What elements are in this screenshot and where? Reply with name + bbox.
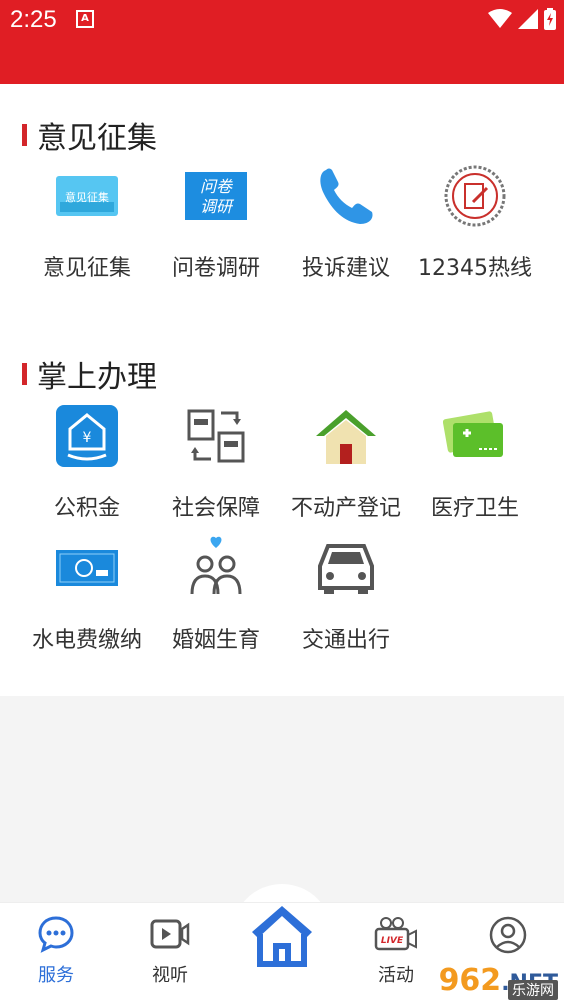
service-label: 意见征集 — [42, 256, 131, 281]
service-label: 不动产登记 — [290, 496, 401, 521]
service-item-housing-fund[interactable]: ¥ 公积金 — [22, 404, 152, 524]
service-label: 公积金 — [53, 496, 120, 521]
housing-fund-icon: ¥ — [55, 404, 119, 468]
tab-activity[interactable]: LIVE 活动 — [356, 915, 436, 987]
section-title-handle: 掌上办理 — [22, 352, 157, 396]
service-item-marriage[interactable]: 婚姻生育 — [151, 536, 281, 656]
service-label: 水电费缴纳 — [31, 628, 142, 653]
live-camera-icon: LIVE — [374, 917, 417, 951]
system-icons — [488, 8, 556, 30]
service-item-medical[interactable]: 医疗卫生 — [410, 404, 540, 524]
service-item-complaint[interactable]: 投诉建议 — [281, 164, 411, 284]
service-label: 交通出行 — [301, 628, 390, 653]
tab-home[interactable] — [246, 900, 318, 972]
service-item-real-estate[interactable]: 不动产登记 — [281, 404, 411, 524]
car-icon — [314, 536, 378, 600]
tab-service[interactable]: 服务 — [16, 915, 96, 987]
video-icon — [150, 919, 190, 949]
home-icon — [252, 906, 312, 967]
site-watermark: 962.NET 乐游网 — [439, 963, 558, 1000]
status-time: 2:25 — [10, 6, 57, 33]
service-item-traffic[interactable]: 交通出行 — [281, 536, 411, 656]
house-icon — [314, 404, 378, 468]
title-accent-bar — [22, 124, 27, 146]
service-item-hotline[interactable]: 12345热线 — [410, 164, 540, 284]
user-icon — [489, 916, 527, 954]
tab-profile[interactable] — [468, 915, 548, 963]
signal-icon — [518, 9, 538, 29]
utility-card-icon — [55, 536, 119, 600]
service-label: 社会保障 — [171, 496, 260, 521]
battery-icon — [544, 8, 556, 30]
family-icon — [184, 536, 248, 600]
edit-note-icon — [443, 164, 507, 228]
phone-icon — [314, 164, 378, 228]
status-bar: 2:25 A — [0, 0, 564, 84]
service-item-utilities[interactable]: 水电费缴纳 — [22, 536, 152, 656]
svg-text:调研: 调研 — [200, 197, 235, 216]
service-label: 投诉建议 — [301, 256, 390, 281]
service-item-survey[interactable]: 问卷 调研 问卷调研 — [151, 164, 281, 284]
service-label: 12345热线 — [418, 256, 532, 281]
title-accent-bar — [22, 363, 27, 385]
wifi-icon — [488, 9, 512, 28]
opinion-banner-icon: 意见征集 — [55, 164, 119, 228]
notification-icon: A — [76, 10, 94, 28]
service-item-opinion[interactable]: 意见征集 意见征集 — [22, 164, 152, 284]
chat-icon — [38, 916, 74, 953]
svg-text:问卷: 问卷 — [200, 177, 234, 196]
medical-card-icon — [443, 404, 507, 468]
service-label: 问卷调研 — [171, 256, 260, 281]
social-security-icon — [184, 404, 248, 468]
svg-text:¥: ¥ — [83, 430, 92, 446]
svg-text:LIVE: LIVE — [381, 936, 404, 946]
section-title-opinion: 意见征集 — [22, 113, 157, 157]
service-label: 婚姻生育 — [171, 628, 260, 653]
svg-text:意见征集: 意见征集 — [65, 190, 109, 204]
service-item-social-security[interactable]: 社会保障 — [151, 404, 281, 524]
service-label: 医疗卫生 — [430, 496, 519, 521]
survey-banner-icon: 问卷 调研 — [184, 164, 248, 228]
tab-media[interactable]: 视听 — [130, 915, 210, 987]
